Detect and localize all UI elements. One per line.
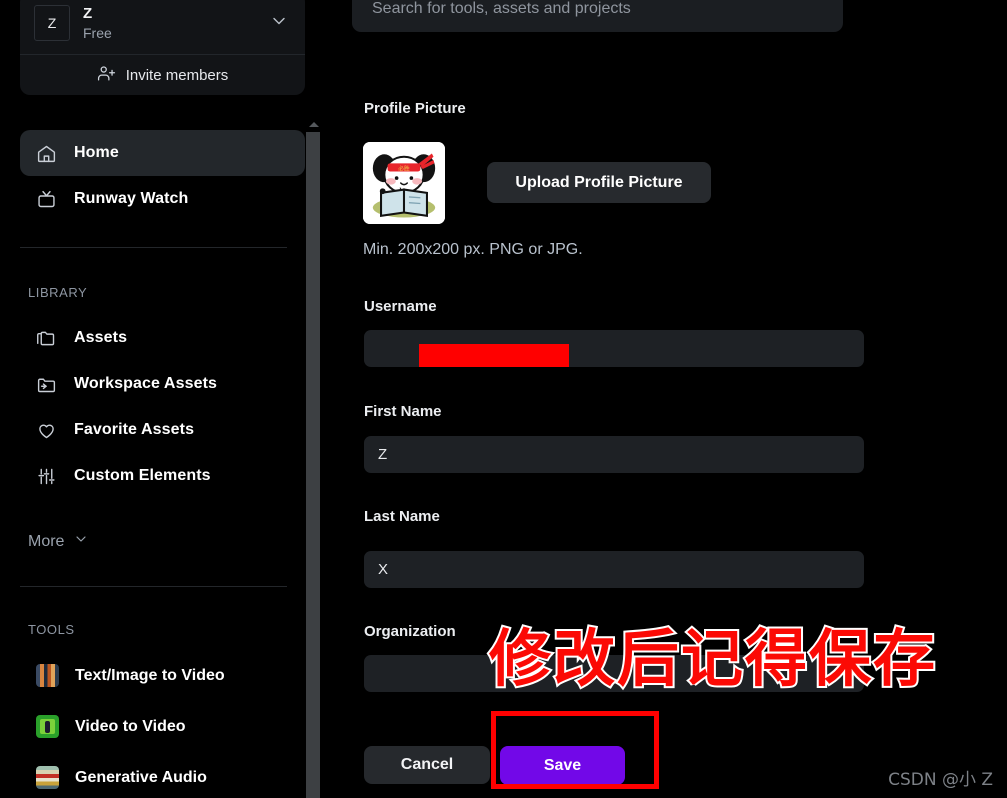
save-button-label: Save	[543, 756, 582, 774]
folder-share-icon	[36, 374, 62, 395]
upload-profile-picture-label: Upload Profile Picture	[515, 173, 683, 191]
sidebar-scrollbar[interactable]	[305, 118, 321, 798]
sidebar-item-video-to-video[interactable]: Video to Video	[20, 701, 305, 752]
sidebar-item-workspace-assets[interactable]: Workspace Assets	[20, 361, 305, 407]
workspace-plan: Free	[83, 24, 112, 41]
first-name-value: Z	[378, 446, 388, 463]
sidebar-item-home[interactable]: Home	[20, 130, 305, 176]
save-button[interactable]: Save	[500, 746, 625, 785]
more-label: More	[28, 532, 65, 550]
profile-picture-label: Profile Picture	[364, 100, 466, 117]
sidebar-item-assets[interactable]: Assets	[20, 315, 305, 361]
svg-text:必胜: 必胜	[398, 165, 410, 173]
cancel-button[interactable]: Cancel	[364, 746, 490, 784]
watermark: CSDN @小 Z	[888, 770, 993, 790]
profile-picture-requirements: Min. 200x200 px. PNG or JPG.	[363, 241, 583, 258]
workspace-card: Z Z Free Invite members	[20, 0, 305, 95]
annotation-callout-text: 修改后记得保存	[487, 620, 938, 697]
sidebar-item-text-image-to-video-label: Text/Image to Video	[75, 666, 225, 684]
tools-nav: Text/Image to Video Video to Video Gener…	[20, 650, 305, 798]
heart-icon	[36, 420, 62, 441]
sidebar-item-generative-audio[interactable]: Generative Audio	[20, 752, 305, 798]
sidebar-item-favorite-assets-label: Favorite Assets	[74, 421, 195, 438]
library-nav: Assets Workspace Assets Favorite Assets …	[20, 315, 305, 499]
sidebar-divider-tools	[20, 586, 287, 587]
invite-members-label: Invite members	[125, 66, 229, 84]
user-plus-icon	[97, 64, 116, 87]
first-name-label: First Name	[364, 403, 442, 420]
tool-thumbnail-video-to-video-icon	[36, 715, 59, 738]
workspace-avatar-initial: Z	[47, 15, 57, 31]
sidebar-item-runway-watch[interactable]: Runway Watch	[20, 176, 305, 222]
last-name-input[interactable]: X	[364, 551, 864, 588]
tv-icon	[36, 189, 62, 210]
workspace-avatar: Z	[34, 5, 70, 41]
search-input[interactable]: Search for tools, assets and projects	[352, 0, 843, 32]
sidebar-item-video-to-video-label: Video to Video	[75, 717, 186, 735]
chevron-down-icon[interactable]	[269, 11, 291, 36]
upload-profile-picture-button[interactable]: Upload Profile Picture	[487, 162, 711, 203]
primary-nav: Home Runway Watch	[20, 130, 305, 222]
tool-thumbnail-text-image-to-video-icon	[36, 664, 59, 687]
scroll-up-arrow-icon[interactable]	[309, 122, 319, 127]
username-label: Username	[364, 298, 437, 315]
sidebar-item-home-label: Home	[74, 144, 119, 161]
sidebar-divider-library	[20, 247, 287, 248]
workspace-name: Z	[83, 5, 93, 23]
dog-reading-book-avatar: 必胜	[363, 142, 445, 224]
sidebar-item-custom-elements[interactable]: Custom Elements	[20, 453, 305, 499]
sidebar-item-favorite-assets[interactable]: Favorite Assets	[20, 407, 305, 453]
chevron-down-icon	[73, 531, 89, 552]
cancel-button-label: Cancel	[400, 756, 454, 773]
tool-thumbnail-generative-audio-icon	[36, 766, 59, 789]
workspace-selector[interactable]: Z Z Free	[20, 0, 305, 54]
username-input[interactable]	[364, 330, 864, 367]
scrollbar-thumb[interactable]	[306, 132, 320, 798]
sidebar-item-text-image-to-video[interactable]: Text/Image to Video	[20, 650, 305, 701]
app-root: Z Z Free Invite members Home Runway Watc…	[0, 0, 1007, 798]
organization-label: Organization	[364, 623, 456, 640]
sidebar-item-assets-label: Assets	[74, 329, 128, 346]
sidebar: Z Z Free Invite members Home Runway Watc…	[0, 0, 305, 798]
folders-icon	[36, 328, 62, 349]
sidebar-item-generative-audio-label: Generative Audio	[75, 768, 207, 786]
invite-members-button[interactable]: Invite members	[20, 55, 305, 95]
sidebar-item-custom-elements-label: Custom Elements	[74, 467, 211, 484]
last-name-value: X	[378, 561, 389, 578]
sliders-icon	[36, 466, 62, 487]
last-name-label: Last Name	[364, 508, 440, 525]
library-heading: LIBRARY	[28, 285, 88, 300]
sidebar-item-workspace-assets-label: Workspace Assets	[74, 375, 218, 392]
first-name-input[interactable]: Z	[364, 436, 864, 473]
username-redaction-overlay	[419, 344, 569, 367]
home-icon	[36, 143, 62, 164]
tools-heading: TOOLS	[28, 622, 75, 637]
workspace-names: Z Free	[83, 5, 269, 40]
more-toggle[interactable]: More	[28, 531, 89, 552]
search-placeholder: Search for tools, assets and projects	[372, 0, 631, 17]
sidebar-item-runway-watch-label: Runway Watch	[74, 190, 189, 207]
